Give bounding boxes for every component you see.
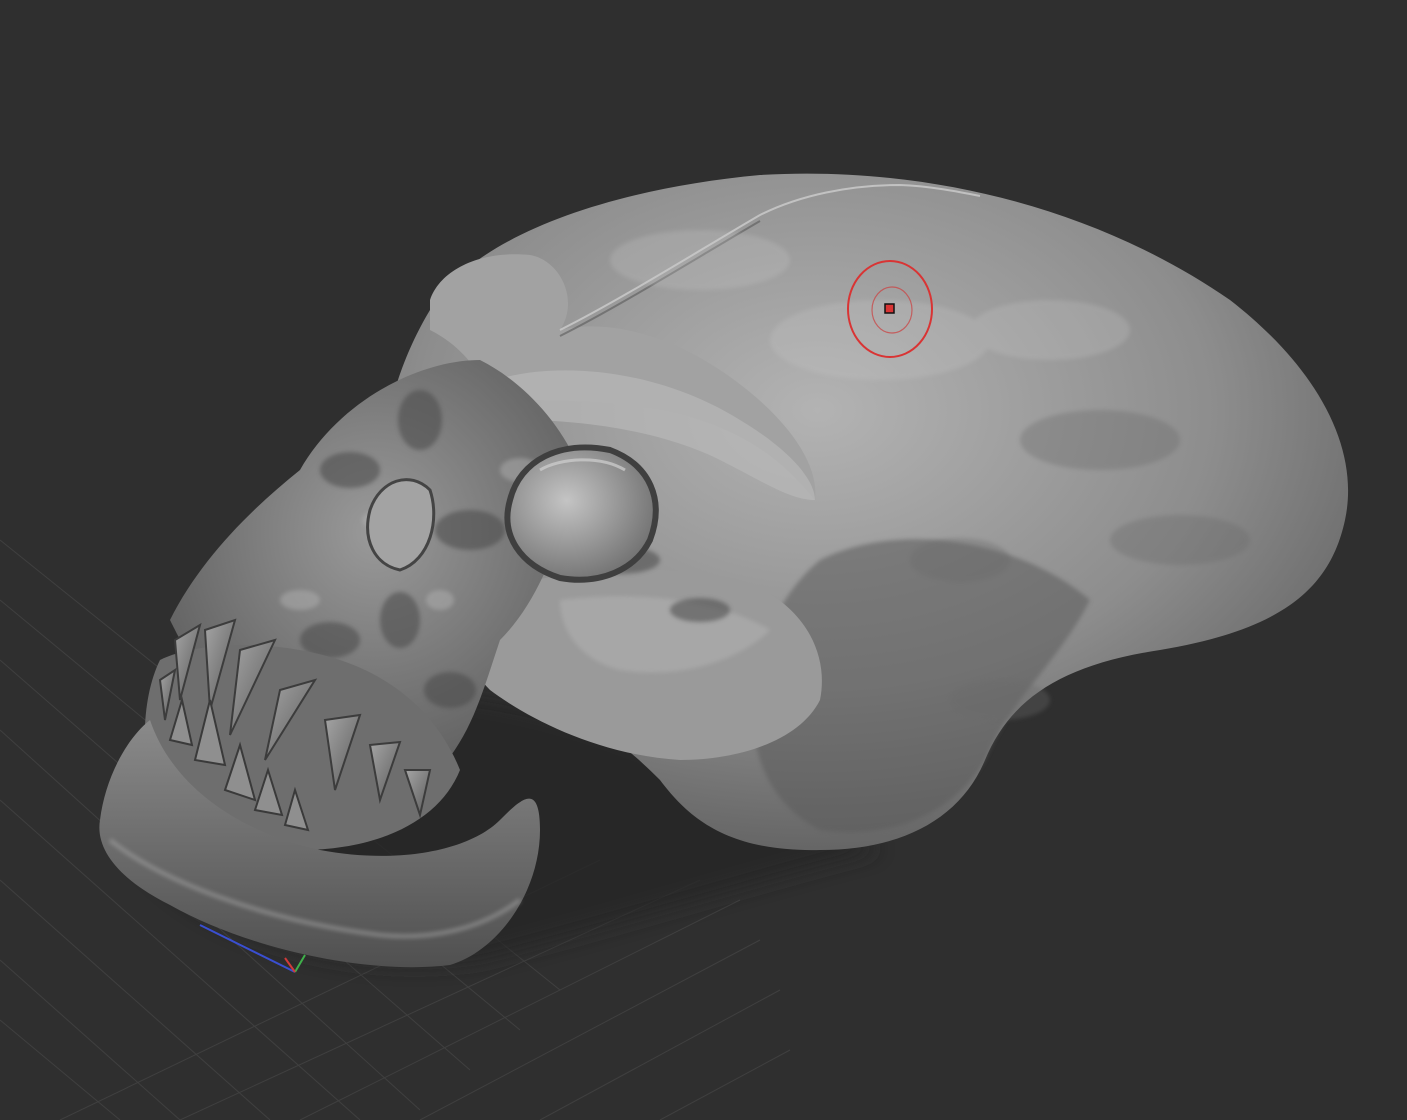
sculpt-viewport[interactable] — [0, 0, 1407, 1120]
eye-socket — [504, 444, 659, 583]
skull-model[interactable] — [99, 173, 1349, 968]
